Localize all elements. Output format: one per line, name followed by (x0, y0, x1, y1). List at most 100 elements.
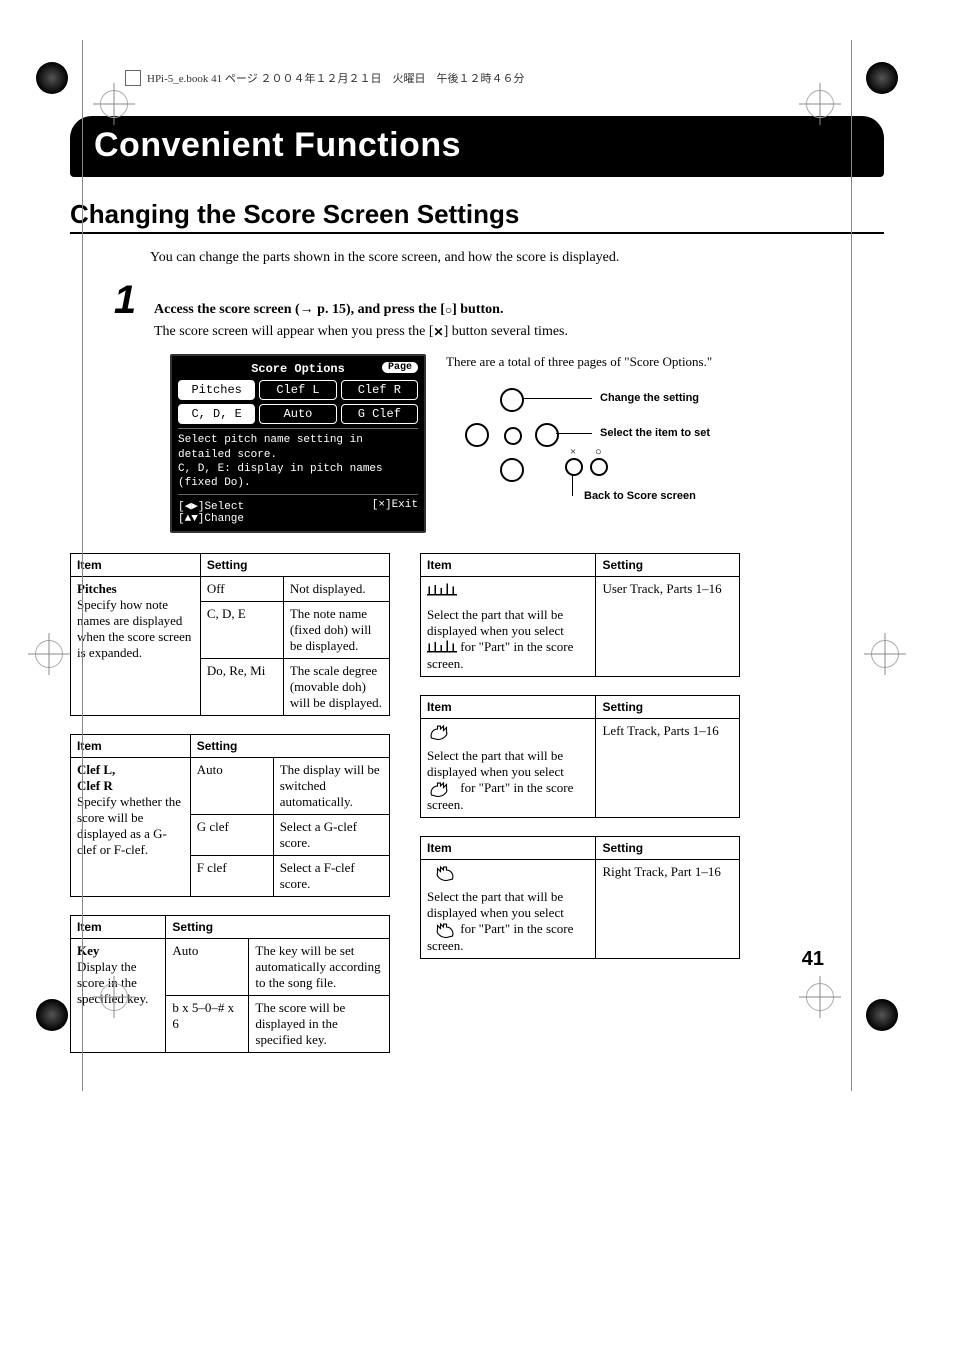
page-number: 41 (802, 948, 824, 971)
th-setting: Setting (200, 554, 389, 577)
th-setting: Setting (596, 554, 740, 577)
step-text-b: p. 15), and press the [ (314, 302, 445, 317)
settings-table: ItemSettingClef L, Clef RSpecify whether… (70, 734, 390, 897)
th-setting: Setting (596, 695, 740, 718)
item-cell: Select the part that will be displayed w… (421, 577, 596, 676)
setting-desc: The key will be set automatically accord… (249, 939, 390, 996)
print-disc-tr (866, 62, 898, 94)
screenshot-title: Score Options (251, 362, 345, 376)
step-1: 1 Access the score screen (→ p. 15), and… (110, 282, 884, 318)
pages-note: There are a total of three pages of "Sco… (446, 354, 884, 370)
step-text-a: Access the score screen ( (154, 302, 300, 317)
music-icon (427, 640, 457, 656)
leader-line (556, 433, 592, 434)
step-text-c: ] button. (452, 302, 503, 317)
score-options-screenshot: Score Options Page Pitches Clef L Clef R… (170, 354, 426, 533)
opt-cell: G Clef (341, 404, 418, 424)
item-cell: Clef L, Clef RSpecify whether the score … (71, 758, 191, 897)
opt-cell: Pitches (178, 380, 255, 400)
print-disc-bl (36, 999, 68, 1031)
th-setting: Setting (166, 916, 390, 939)
setting-desc: Select a F-clef score. (273, 856, 389, 897)
nav-label-back: Back to Score screen (584, 490, 696, 502)
item-cell: PitchesSpecify how note names are displa… (71, 577, 201, 716)
registration-mark (871, 640, 899, 668)
tables-area: ItemSettingPitchesSpecify how note names… (70, 553, 884, 1071)
step-number: 1 (110, 282, 140, 318)
setting-name: G clef (190, 815, 273, 856)
print-meta-header: HPi-5_e.book 41 ページ ２００４年１２月２１日 火曜日 午後１２… (125, 70, 884, 86)
item-title: Pitches (77, 581, 194, 597)
setting-name: Off (200, 577, 283, 602)
setting-name: Auto (166, 939, 249, 996)
leader-line (572, 474, 573, 496)
nav-center-icon (504, 427, 522, 445)
setting-name: Auto (190, 758, 273, 815)
screenshot-msg: Select pitch name setting in detailed sc… (178, 433, 418, 490)
registration-mark (806, 90, 834, 118)
nav-up-icon (500, 388, 524, 412)
th-item: Item (421, 836, 596, 859)
setting-desc: The score will be displayed in the speci… (249, 996, 390, 1053)
setting-value: User Track, Parts 1–16 (596, 577, 740, 676)
print-disc-tl (36, 62, 68, 94)
opt-cell: Clef R (341, 380, 418, 400)
item-desc: Select the part that will be displayed w… (427, 889, 589, 954)
leader-line (522, 398, 592, 399)
setting-name: F clef (190, 856, 273, 897)
setting-desc: Select a G-clef score. (273, 815, 389, 856)
item-desc: Specify how note names are displayed whe… (77, 597, 194, 661)
registration-mark (35, 640, 63, 668)
setting-name: b x 5–0–# x 6 (166, 996, 249, 1053)
print-disc-br (866, 999, 898, 1031)
hand-right-icon (427, 865, 457, 881)
hand-left-icon (427, 724, 457, 740)
nav-label-select: Select the item to set (600, 427, 710, 439)
th-setting: Setting (596, 836, 740, 859)
step-sub-a: The score screen will appear when you pr… (154, 324, 434, 339)
step-sub-b: ] button several times. (444, 324, 568, 339)
item-desc: Select the part that will be displayed w… (427, 607, 589, 672)
setting-value: Right Track, Part 1–16 (596, 859, 740, 958)
th-item: Item (421, 695, 596, 718)
settings-table: ItemSettingPitchesSpecify how note names… (70, 553, 390, 716)
setting-desc: The note name (fixed doh) will be displa… (283, 602, 389, 659)
settings-table: ItemSetting Select the part that will be … (420, 695, 740, 818)
opt-cell: Clef L (259, 380, 336, 400)
settings-table: ItemSetting Select the part that will be … (420, 836, 740, 959)
th-setting: Setting (190, 735, 389, 758)
crop-line-right (851, 40, 852, 1091)
item-cell: Select the part that will be displayed w… (421, 859, 596, 958)
setting-value: Left Track, Parts 1–16 (596, 718, 740, 817)
nav-x-icon: × (565, 458, 583, 476)
book-icon (125, 70, 141, 86)
opt-cell: Auto (259, 404, 336, 424)
th-item: Item (71, 916, 166, 939)
setting-desc: Not displayed. (283, 577, 389, 602)
chapter-banner: Convenient Functions (70, 116, 884, 177)
item-title: Key (77, 943, 159, 959)
screenshot-foot-right: [×]Exit (372, 499, 418, 525)
setting-name: Do, Re, Mi (200, 659, 283, 716)
crop-line-left (82, 40, 83, 1091)
nav-button-diagram: × ○ Change the setting Select the item t… (460, 388, 580, 498)
registration-mark (100, 90, 128, 118)
item-desc: Select the part that will be displayed w… (427, 748, 589, 813)
hand-left-icon (427, 781, 457, 797)
section-title: Changing the Score Screen Settings (70, 199, 884, 230)
item-desc: Specify whether the score will be displa… (77, 794, 184, 858)
setting-desc: The display will be switched automatical… (273, 758, 389, 815)
settings-table: ItemSetting Select the part that will be … (420, 553, 740, 676)
print-meta-text: HPi-5_e.book 41 ページ ２００４年１２月２１日 火曜日 午後１２… (147, 70, 524, 86)
th-item: Item (421, 554, 596, 577)
hand-right-icon (427, 922, 457, 938)
setting-desc: The scale degree (movable doh) will be d… (283, 659, 389, 716)
nav-label-change: Change the setting (600, 392, 699, 404)
step-instruction: Access the score screen (→ p. 15), and p… (154, 302, 503, 318)
nav-o-icon: ○ (590, 458, 608, 476)
arrow-glyph: → (300, 302, 314, 317)
th-item: Item (71, 735, 191, 758)
nav-right-icon (535, 423, 559, 447)
section-underline (70, 232, 884, 234)
nav-left-icon (465, 423, 489, 447)
